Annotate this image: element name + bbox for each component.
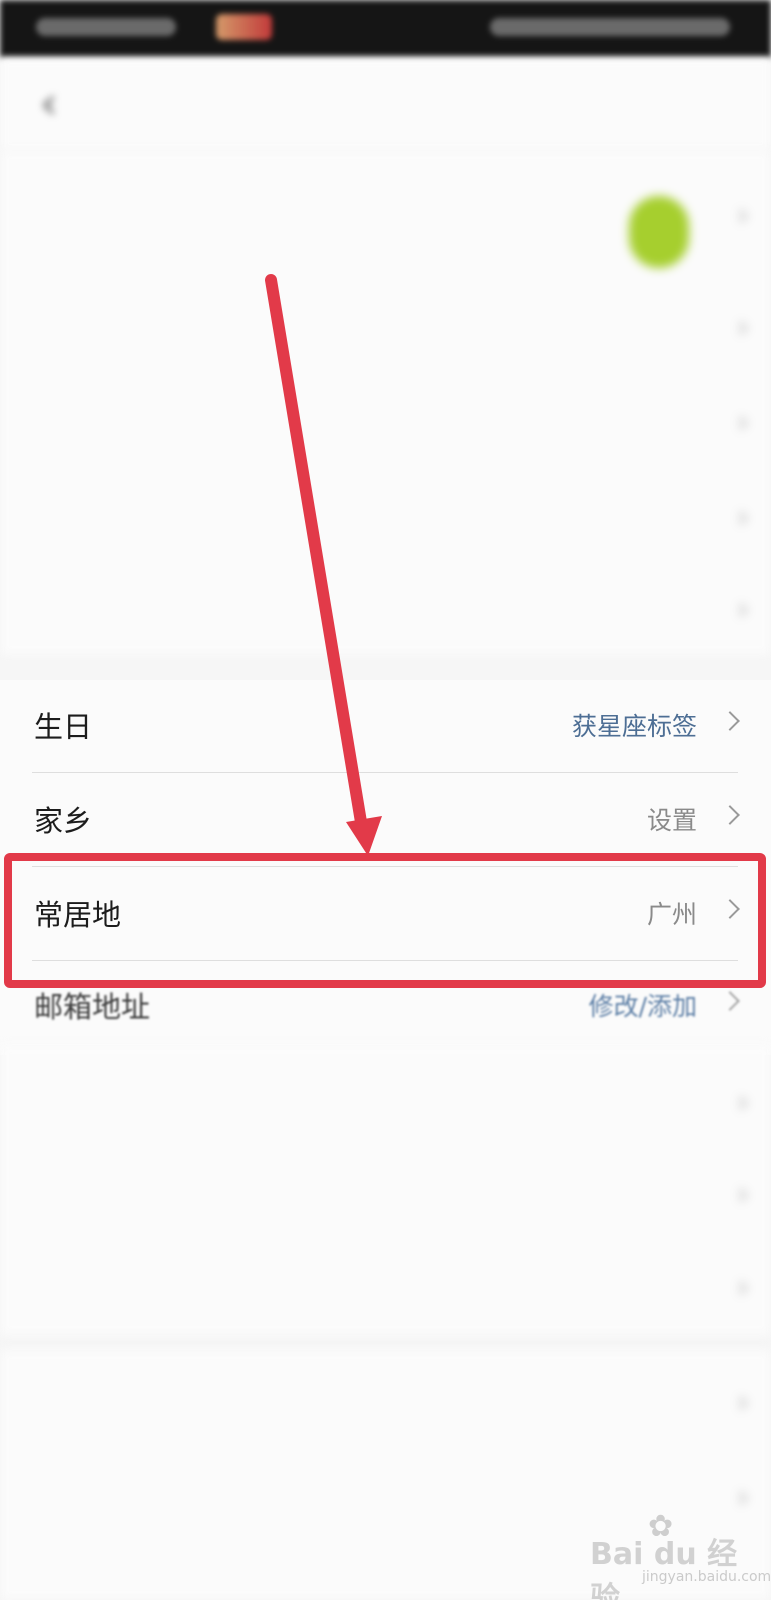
status-bar-indicators [490,18,730,36]
list-item[interactable]: › [0,375,771,470]
list-item[interactable]: › [0,168,771,268]
chevron-right-icon: › [737,1177,749,1212]
list-item[interactable]: › [0,280,771,375]
back-icon[interactable]: ‹ [40,82,80,126]
status-bar [0,0,771,58]
chevron-right-icon: › [737,405,749,440]
list-item[interactable]: › [0,562,771,657]
list-item[interactable]: › [0,1355,771,1450]
chevron-right-icon: › [737,198,749,233]
watermark-brand: Bai du 经验 [590,1537,738,1600]
chevron-right-icon: › [737,592,749,627]
avatar [629,196,689,268]
chevron-right-icon [720,991,740,1011]
birthday-label: 生日 [34,710,93,744]
list-item[interactable]: › [0,1055,771,1150]
app-notification-icon [216,14,272,40]
watermark-url: jingyan.baidu.com [642,1569,771,1585]
status-bar-carrier [36,18,176,36]
chevron-right-icon: › [737,1085,749,1120]
chevron-right-icon: › [737,500,749,535]
list-item[interactable]: › [0,470,771,565]
chevron-right-icon: › [737,1385,749,1420]
profile-section-blurred: › › › [0,1045,771,1335]
list-item[interactable]: › [0,1240,771,1335]
birthday-value: 获星座标签 [571,712,697,741]
profile-section-blurred: › › › › › [0,150,771,655]
chevron-right-icon: › [737,310,749,345]
divider [32,772,738,773]
chevron-right-icon: › [737,1270,749,1305]
nav-bar: ‹ [0,58,771,150]
baidu-watermark: ✿ Bai du 经验 jingyan.baidu.com [590,1509,771,1600]
chevron-right-icon [720,711,740,731]
chevron-right-icon [720,805,740,825]
birthday-row[interactable]: 生日 获星座标签 [0,680,771,774]
list-item[interactable]: › [0,1147,771,1242]
annotation-highlight-box [4,853,766,988]
